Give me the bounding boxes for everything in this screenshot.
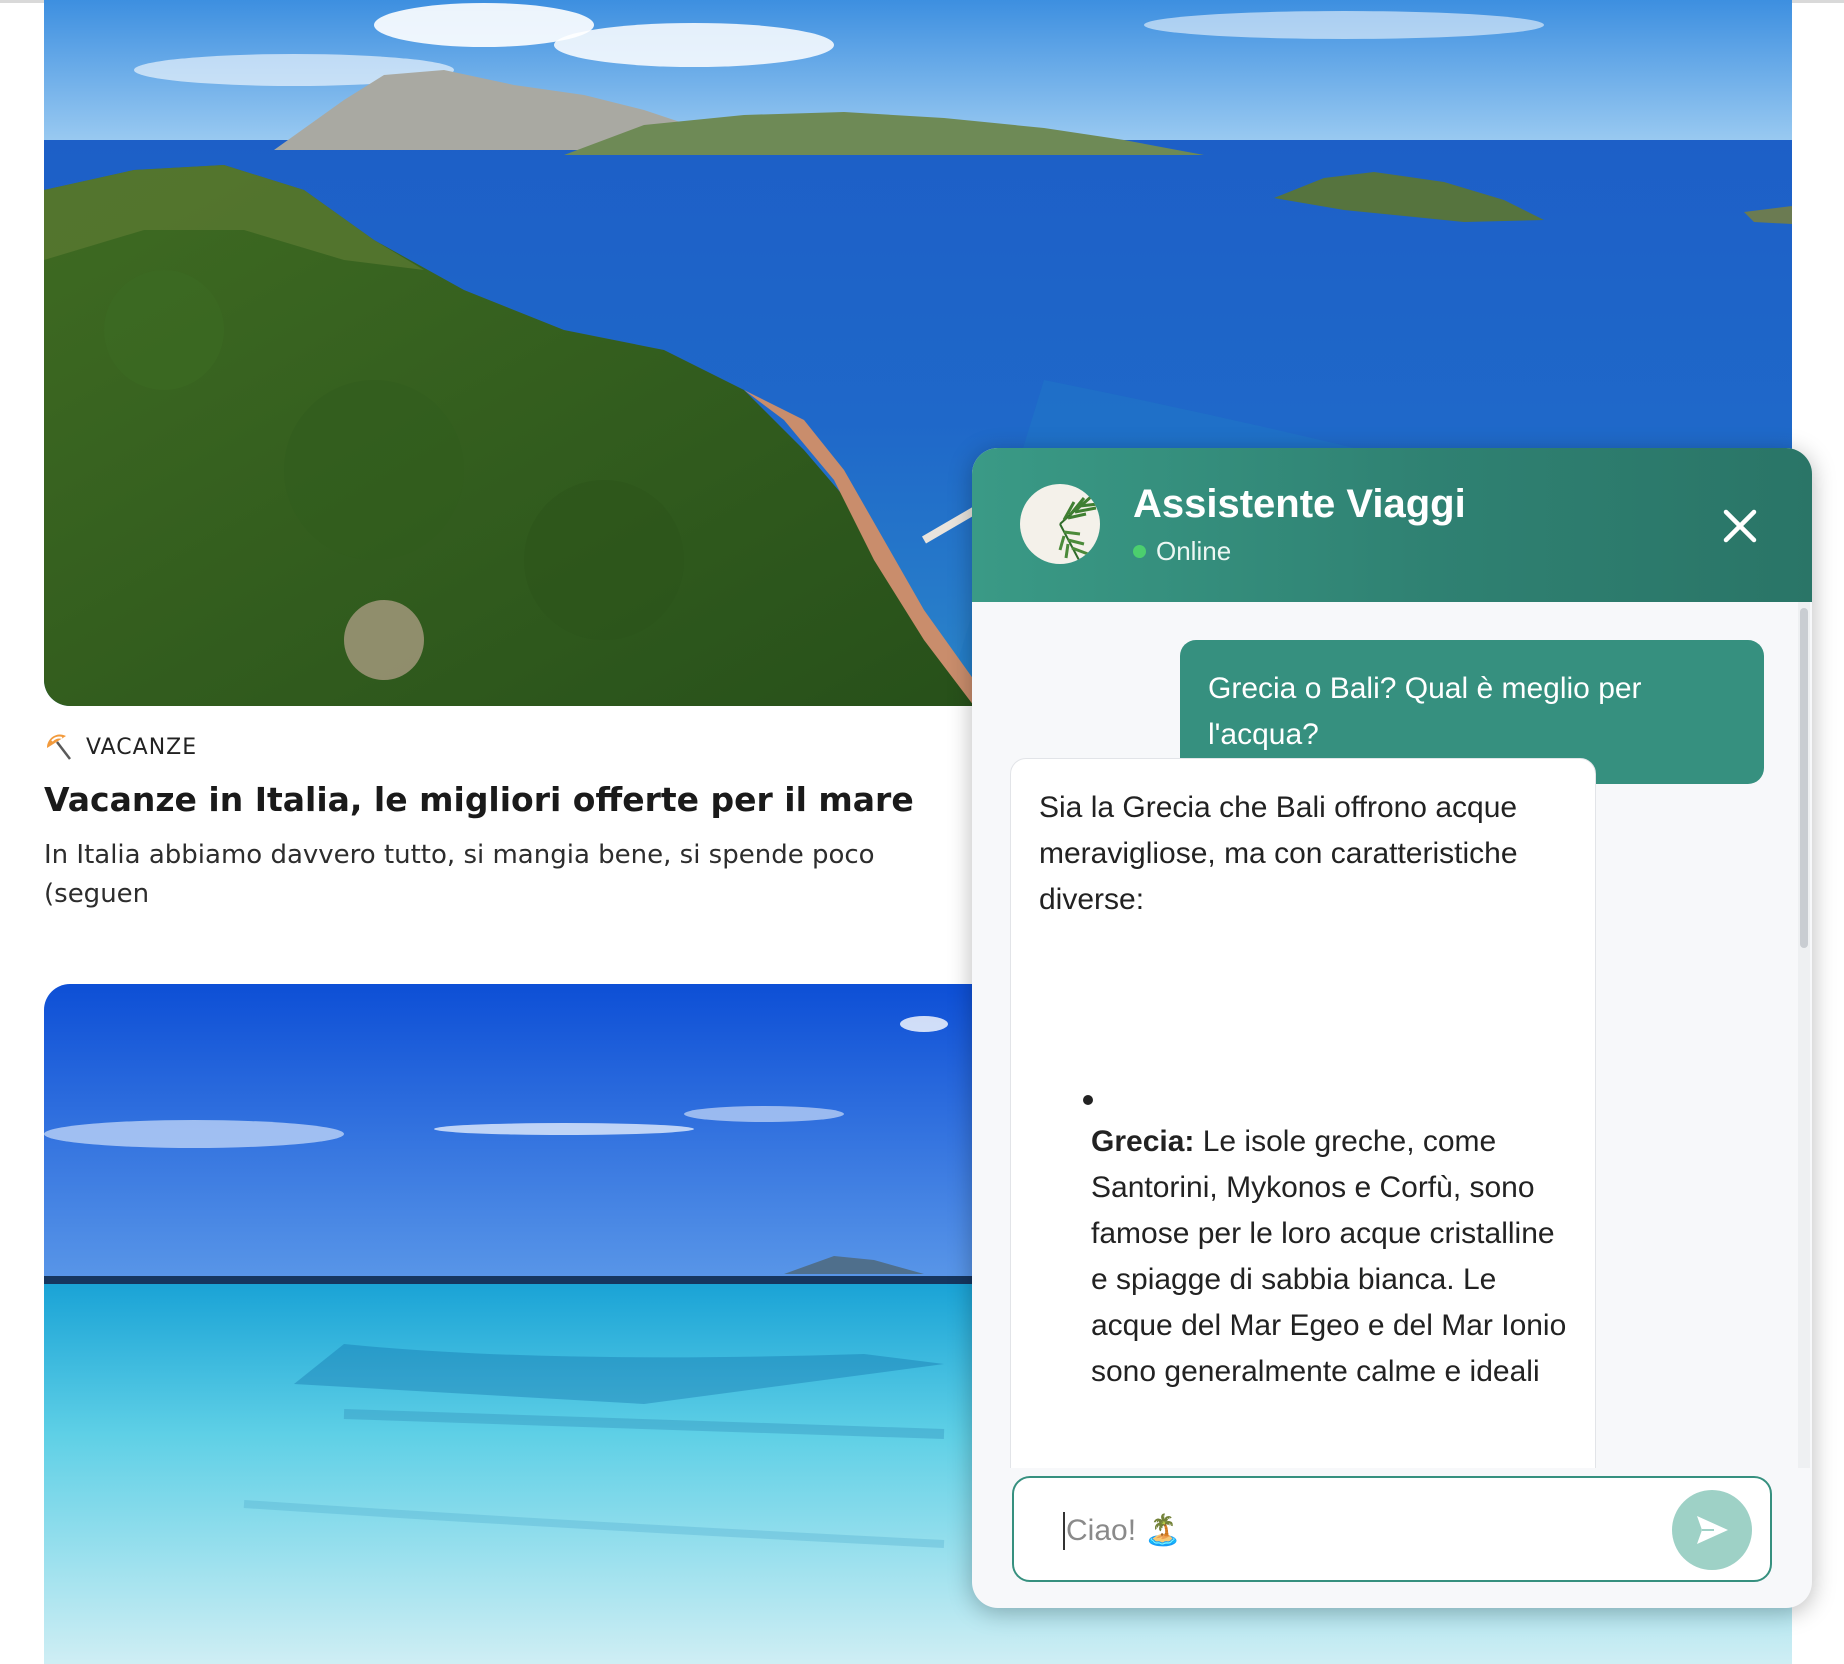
send-icon <box>1697 1516 1728 1544</box>
palm-leaf-icon <box>1020 484 1100 564</box>
list-bullet <box>1083 1095 1093 1105</box>
list-item-text: Le isole greche, come Santorini, Mykonos… <box>1091 1125 1567 1388</box>
chat-status-text: Online <box>1156 536 1232 566</box>
article-meta: VACANZE <box>44 732 197 762</box>
list-item-term: Grecia: <box>1091 1125 1195 1158</box>
chat-scrollbar-thumb[interactable] <box>1800 608 1808 948</box>
chat-status: Online <box>1133 536 1231 567</box>
chat-widget: Assistente Viaggi Online Grecia o Bali? … <box>972 448 1812 1608</box>
beach-umbrella-icon <box>44 732 74 762</box>
assistant-message-bubble: Sia la Grecia che Bali offrono acque mer… <box>1010 758 1596 1468</box>
send-button[interactable] <box>1672 1490 1752 1570</box>
online-status-dot <box>1133 545 1146 558</box>
assistant-list: Grecia: Le isole greche, come Santorini,… <box>1039 1073 1567 1395</box>
chat-composer <box>1012 1476 1772 1582</box>
chat-close-button[interactable] <box>1718 504 1762 548</box>
chat-messages[interactable]: Grecia o Bali? Qual è meglio per l'acqua… <box>972 602 1812 1468</box>
close-icon <box>1723 509 1757 543</box>
article-excerpt: In Italia abbiamo davvero tutto, si mang… <box>44 840 875 909</box>
chat-message-input[interactable] <box>1064 1506 1628 1556</box>
assistant-intro-text: Sia la Grecia che Bali offrono acque mer… <box>1039 791 1518 916</box>
chat-agent-name: Assistente Viaggi <box>1133 482 1466 526</box>
list-item: Grecia: Le isole greche, come Santorini,… <box>1091 1073 1567 1395</box>
article-category[interactable]: VACANZE <box>86 735 197 760</box>
chat-header: Assistente Viaggi Online <box>972 448 1812 602</box>
article-title[interactable]: Vacanze in Italia, le migliori offerte p… <box>44 780 914 819</box>
